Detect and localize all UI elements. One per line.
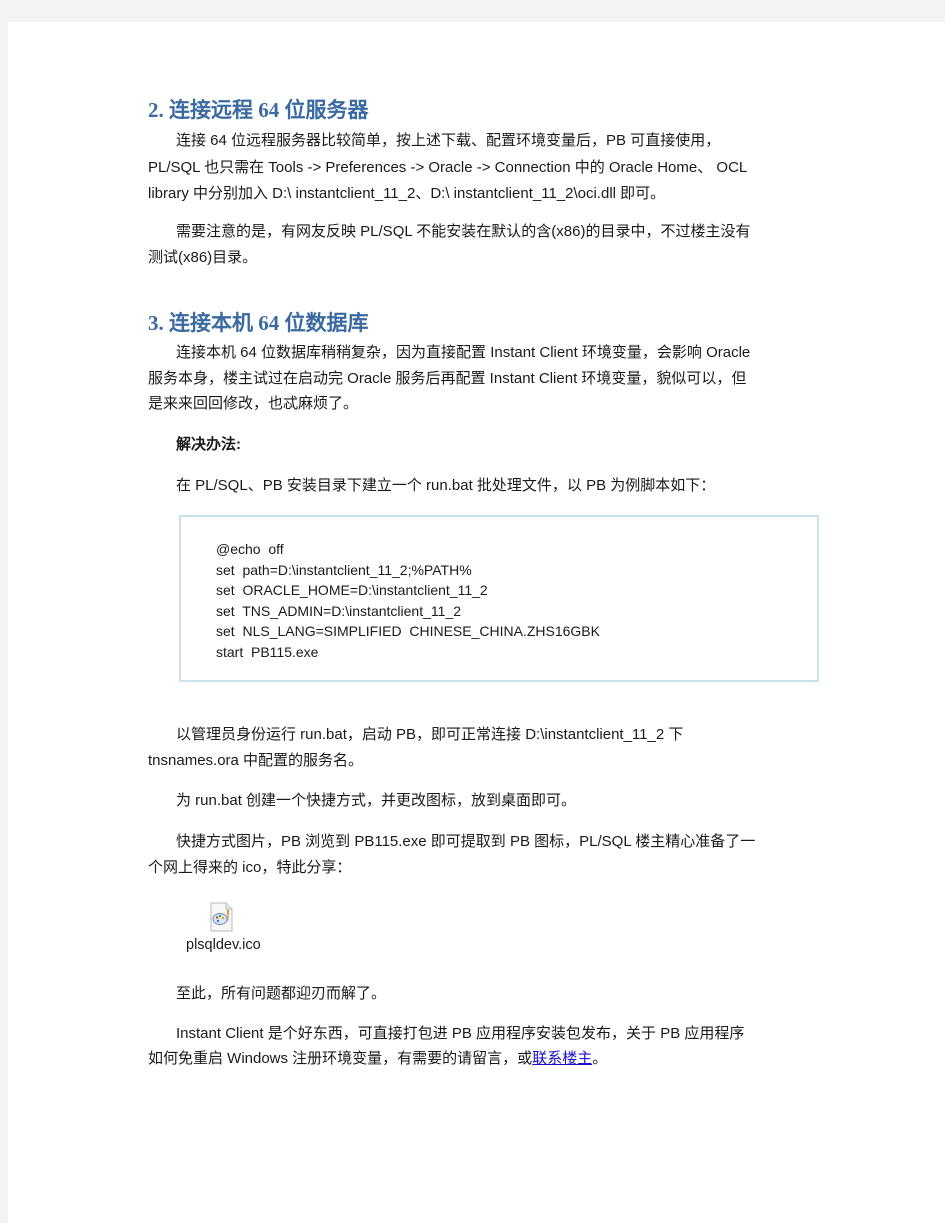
- ico-file-icon: [210, 902, 233, 932]
- paragraph-local-line1: 连接本机 64 位数据库稍稍复杂，因为直接配置 Instant Client 环…: [176, 344, 751, 361]
- instruction-text: 在 PL/SQL、PB 安装目录下建立一个 run.bat 批处理文件，以 PB…: [176, 477, 716, 494]
- section-heading-remote-64: 2. 连接远程 64 位服务器: [148, 98, 369, 122]
- final-paragraph-line1: Instant Client 是个好东西，可直接打包进 PB 应用程序安装包发布…: [176, 1025, 745, 1042]
- paragraph-remote-line2: PL/SQL 也只需在 Tools -> Preferences -> Orac…: [148, 159, 748, 176]
- file-attachment-icon[interactable]: [208, 902, 234, 932]
- code-line: set NLS_LANG=SIMPLIFIED CHINESE_CHINA.ZH…: [216, 623, 600, 640]
- paragraph-local-line3: 是来来回回修改，也忒麻烦了。: [148, 395, 359, 412]
- note-line2: 测试(x86)目录。: [148, 249, 258, 266]
- paragraph-local-line2: 服务本身，楼主试过在启动完 Oracle 服务后再配置 Instant Clie…: [148, 370, 747, 387]
- icon-text-line1: 快捷方式图片，PB 浏览到 PB115.exe 即可提取到 PB 图标，PL/S…: [176, 833, 756, 850]
- code-line: @echo off: [216, 541, 284, 557]
- code-line: set TNS_ADMIN=D:\instantclient_11_2: [216, 602, 461, 619]
- contact-author-link[interactable]: 联系楼主: [532, 1050, 592, 1067]
- resolved-text: 至此，所有问题都迎刃而解了。: [176, 985, 387, 1002]
- file-attachment-name[interactable]: plsqldev.ico: [186, 933, 261, 958]
- final-paragraph-line2: 如何免重启 Windows 注册环境变量，有需要的请留言，或联系楼主。: [148, 1046, 818, 1071]
- document-page: 2. 连接远程 64 位服务器 连接 64 位远程服务器比较简单，按上述下载、配…: [8, 22, 945, 1223]
- final-paragraph-text: 如何免重启 Windows 注册环境变量，有需要的请留言，或: [148, 1050, 533, 1067]
- paragraph-remote-line1: 连接 64 位远程服务器比较简单，按上述下载、配置环境变量后，PB 可直接使用，: [176, 132, 721, 149]
- run-instruction-line2: tnsnames.ora 中配置的服务名。: [148, 752, 364, 769]
- note-line1: 需要注意的是，有网友反映 PL/SQL 不能安装在默认的含(x86)的目录中，不…: [176, 223, 751, 240]
- run-instruction-line1: 以管理员身份运行 run.bat，启动 PB，即可正常连接 D:\instant…: [176, 726, 684, 743]
- code-block: @echo off set path=D:\instantclient_11_2…: [179, 515, 819, 682]
- final-punctuation: 。: [592, 1050, 608, 1067]
- code-line: set path=D:\instantclient_11_2;%PATH%: [216, 561, 472, 578]
- solution-label: 解决办法:: [176, 436, 241, 453]
- shortcut-text: 为 run.bat 创建一个快捷方式，并更改图标，放到桌面即可。: [176, 792, 577, 809]
- code-line: start PB115.exe: [216, 643, 319, 660]
- section-heading-local-64: 3. 连接本机 64 位数据库: [148, 311, 369, 335]
- code-line: set ORACLE_HOME=D:\instantclient_11_2: [216, 582, 488, 599]
- paragraph-remote-line3: library 中分别加入 D:\ instantclient_11_2、D:\…: [148, 185, 666, 202]
- icon-text-line2: 个网上得来的 ico，特此分享：: [148, 859, 352, 876]
